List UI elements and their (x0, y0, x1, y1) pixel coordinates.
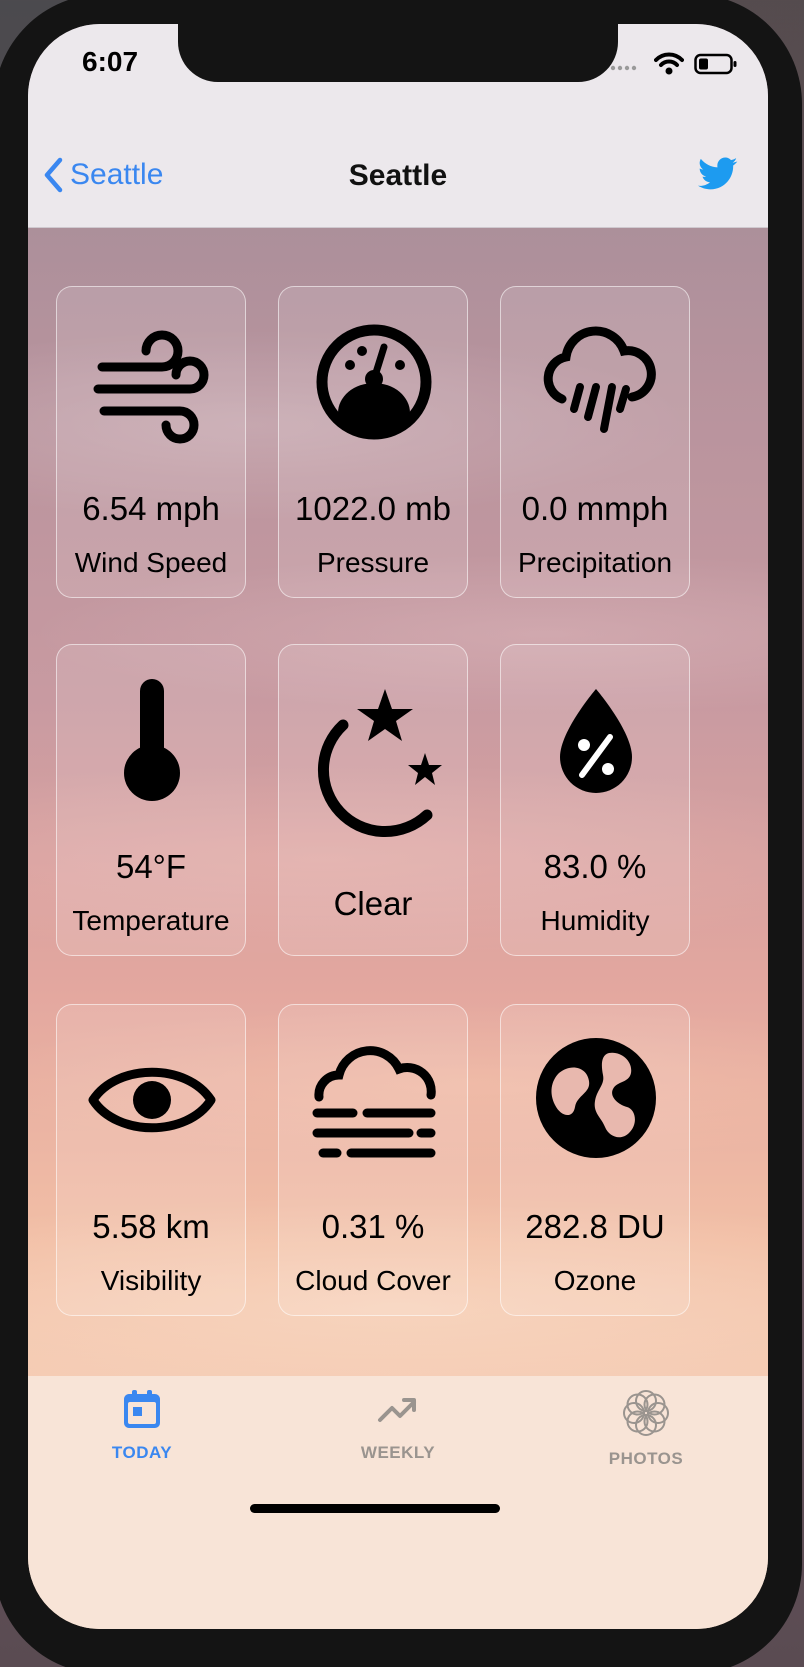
battery-icon (694, 53, 738, 80)
cell-signal-icon (610, 58, 644, 76)
tab-photos[interactable]: PHOTOS (546, 1388, 746, 1469)
temperature-label: Temperature (72, 905, 230, 936)
pressure-label: Pressure (316, 547, 430, 578)
flower-icon (623, 1390, 669, 1436)
twitter-icon (698, 157, 738, 190)
humidity-label: Humidity (540, 905, 650, 936)
visibility-value: 5.58 km (92, 1208, 210, 1245)
globe-icon (536, 1038, 656, 1158)
phone-frame: 6:07 Seattle Seattle 6.54 mph Wind Speed… (0, 0, 802, 1667)
card-condition: Clear (278, 644, 468, 956)
card-humidity: 83.0 % Humidity (500, 644, 690, 956)
tab-photos-label: PHOTOS (608, 1449, 684, 1468)
tab-weekly[interactable]: WEEKLY (298, 1388, 498, 1463)
card-wind-speed: 6.54 mph Wind Speed (56, 286, 246, 598)
card-ozone: 282.8 DU Ozone (500, 1004, 690, 1316)
app-screen: 6:07 Seattle Seattle 6.54 mph Wind Speed… (28, 24, 768, 1629)
wind-icon (93, 330, 209, 444)
condition-value: Clear (333, 885, 413, 922)
precipitation-value: 0.0 mmph (521, 490, 669, 527)
trend-icon (378, 1398, 416, 1422)
card-temperature: 54°F Temperature (56, 644, 246, 956)
device-notch (178, 24, 618, 82)
tab-today[interactable]: TODAY (42, 1388, 242, 1463)
ozone-value: 282.8 DU (525, 1208, 665, 1245)
card-cloud-cover: 0.31 % Cloud Cover (278, 1004, 468, 1316)
cloud-rain-icon (543, 326, 656, 433)
cloud-fog-icon (312, 1046, 436, 1158)
wind-speed-label: Wind Speed (74, 547, 228, 578)
calendar-icon (124, 1390, 160, 1428)
page-title: Seattle (348, 159, 448, 192)
ozone-label: Ozone (553, 1265, 637, 1296)
humidity-value: 83.0 % (543, 848, 647, 885)
cloud-cover-value: 0.31 % (321, 1208, 425, 1245)
eye-icon (88, 1067, 216, 1133)
tab-weekly-label: WEEKLY (360, 1443, 436, 1462)
navigation-bar: Seattle Seattle (28, 119, 768, 228)
card-pressure: 1022.0 mb Pressure (278, 286, 468, 598)
humidity-drop-icon (560, 689, 632, 793)
status-time: 6:07 (82, 46, 139, 77)
card-precipitation: 0.0 mmph Precipitation (500, 286, 690, 598)
pressure-gauge-icon (316, 324, 432, 440)
pressure-value: 1022.0 mb (295, 490, 451, 527)
status-icons (610, 52, 738, 81)
wifi-icon (654, 52, 684, 81)
tab-bar: TODAY WEEKLY PHOTOS (28, 1376, 768, 1629)
temperature-value: 54°F (115, 848, 187, 885)
twitter-share-button[interactable] (698, 157, 738, 196)
thermometer-icon (124, 679, 180, 801)
tab-today-label: TODAY (111, 1443, 173, 1462)
home-indicator[interactable] (250, 1504, 500, 1513)
cloud-cover-label: Cloud Cover (295, 1265, 451, 1296)
moon-stars-icon (317, 689, 442, 838)
visibility-label: Visibility (100, 1265, 202, 1296)
wind-speed-value: 6.54 mph (82, 490, 220, 527)
precipitation-label: Precipitation (517, 547, 673, 578)
card-visibility: 5.58 km Visibility (56, 1004, 246, 1316)
